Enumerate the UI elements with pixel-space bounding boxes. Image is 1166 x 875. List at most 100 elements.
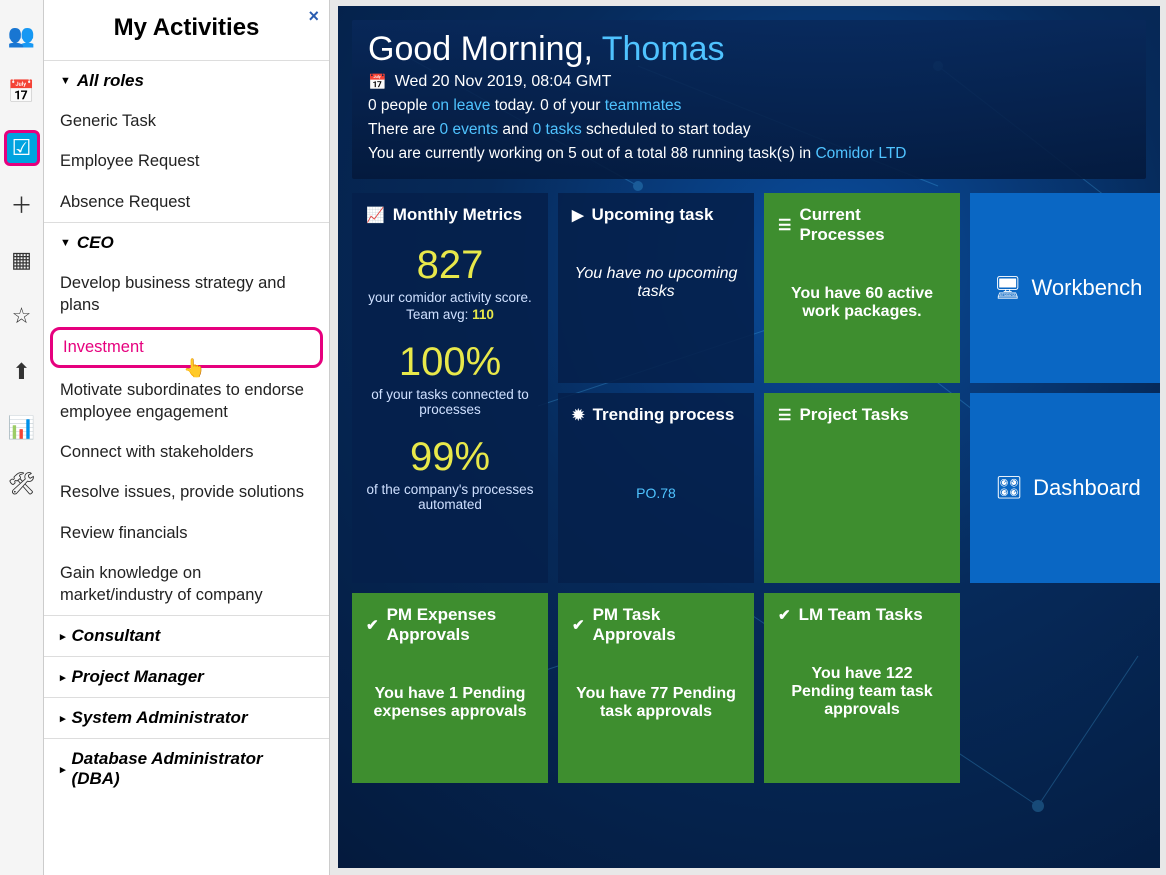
monitor-icon: 🖥	[994, 275, 1022, 301]
activity-develop-strategy[interactable]: Develop business strategy and plans	[44, 263, 329, 326]
tile-title: Current Processes	[799, 205, 946, 245]
dashboard-main: Good Morning, Thomas 📅 Wed 20 Nov 2019, 0…	[338, 6, 1160, 868]
activity-generic-task[interactable]: Generic Task	[44, 101, 329, 141]
section-label: Project Manager	[72, 667, 204, 687]
star-icon[interactable]: ☆	[4, 298, 40, 334]
metric-score-avg: Team avg: 110	[366, 307, 534, 322]
tasks-link[interactable]: 0 tasks	[533, 121, 582, 138]
grid-icon[interactable]: ▦	[4, 242, 40, 278]
section-label: All roles	[77, 71, 144, 91]
metric-tasks-sub: of your tasks connected to processes	[366, 387, 534, 417]
chevron-right-icon: ▸	[60, 630, 66, 643]
section-all-roles[interactable]: ▼ All roles	[44, 60, 329, 101]
tile-title: PM Task Approvals	[593, 605, 740, 645]
section-label: CEO	[77, 233, 114, 253]
tile-current-processes[interactable]: ☰ Current Processes You have 60 active wo…	[764, 193, 960, 383]
tile-body: You have 122 Pending team task approvals	[778, 665, 946, 719]
greeting-name: Thomas	[602, 30, 725, 68]
greeting-card: Good Morning, Thomas 📅 Wed 20 Nov 2019, 0…	[352, 20, 1146, 179]
on-leave-link[interactable]: on leave	[432, 97, 491, 114]
chevron-right-icon: ▸	[60, 763, 66, 776]
tile-upcoming-task[interactable]: ▶ Upcoming task You have no upcoming task…	[558, 193, 754, 383]
section-label: System Administrator	[72, 708, 248, 728]
tile-lm-team-tasks[interactable]: ✔ LM Team Tasks You have 122 Pending team…	[764, 593, 960, 783]
trending-link[interactable]: PO.78	[572, 485, 740, 501]
greeting-line-working: You are currently working on 5 out of a …	[368, 145, 1130, 163]
tile-pm-task-approvals[interactable]: ✔ PM Task Approvals You have 77 Pending t…	[558, 593, 754, 783]
greeting-date: 📅 Wed 20 Nov 2019, 08:04 GMT	[368, 73, 1130, 91]
tiles-grid: 📈Monthly Metrics 827 your comidor activi…	[352, 193, 1146, 783]
plus-icon[interactable]: ＋	[4, 186, 40, 222]
chart-icon[interactable]: 📊	[4, 410, 40, 446]
section-label: Database Administrator (DBA)	[72, 749, 313, 789]
chevron-down-icon: ▼	[60, 237, 71, 249]
calendar-icon[interactable]: 📅	[4, 74, 40, 110]
gauge-icon: 📈	[366, 206, 385, 224]
section-dba[interactable]: ▸ Database Administrator (DBA)	[44, 738, 329, 799]
tile-body: You have no upcoming tasks	[572, 265, 740, 301]
panel-title-text: My Activities	[114, 14, 260, 41]
activity-investment[interactable]: Investment	[50, 327, 323, 367]
calendar-icon: 📅	[368, 73, 387, 91]
check-icon: ✔	[572, 616, 585, 634]
tile-monthly-metrics[interactable]: 📈Monthly Metrics 827 your comidor activi…	[352, 193, 548, 583]
company-link[interactable]: Comidor LTD	[815, 145, 906, 162]
greeting-line-people: 0 people on leave today. 0 of your teamm…	[368, 97, 1130, 115]
events-link[interactable]: 0 events	[440, 121, 499, 138]
iconbar: 👥 📅 ☑ ＋ ▦ ☆ ⬆ 📊 🛠	[0, 0, 44, 875]
greeting-prefix: Good Morning,	[368, 30, 602, 68]
list-icon: ☰	[778, 216, 791, 234]
list-icon: ☰	[778, 406, 791, 424]
activity-resolve-issues[interactable]: Resolve issues, provide solutions	[44, 472, 329, 512]
section-ceo[interactable]: ▼ CEO	[44, 222, 329, 263]
metric-tasks-pct: 100%	[366, 340, 534, 385]
close-icon[interactable]: ×	[308, 6, 319, 27]
chevron-down-icon: ▼	[60, 75, 71, 87]
section-consultant[interactable]: ▸ Consultant	[44, 615, 329, 656]
tile-title: Upcoming task	[592, 205, 714, 225]
tile-title: Project Tasks	[799, 405, 908, 425]
tile-workbench[interactable]: 🖥 Workbench	[970, 193, 1160, 383]
check-icon[interactable]: ☑	[4, 130, 40, 166]
tile-label: Dashboard	[1033, 475, 1141, 501]
section-label: Consultant	[72, 626, 161, 646]
check-icon: ✔	[366, 616, 379, 634]
greeting-heading: Good Morning, Thomas	[368, 30, 1130, 69]
activities-panel: My Activities × ▼All roles Generic Task …	[44, 0, 330, 875]
tile-title: PM Expenses Approvals	[387, 605, 534, 645]
play-icon: ▶	[572, 206, 584, 224]
people-icon[interactable]: 👥	[4, 18, 40, 54]
activity-gain-knowledge[interactable]: Gain knowledge on market/industry of com…	[44, 553, 329, 616]
check-icon: ✔	[778, 606, 791, 624]
activity-employee-request[interactable]: Employee Request	[44, 141, 329, 181]
chevron-right-icon: ▸	[60, 712, 66, 725]
chevron-right-icon: ▸	[60, 671, 66, 684]
metric-score: 827	[366, 243, 534, 288]
tile-body: You have 1 Pending expenses approvals	[366, 685, 534, 721]
tile-project-tasks[interactable]: ☰ Project Tasks	[764, 393, 960, 583]
tile-trending-process[interactable]: ✹ Trending process PO.78	[558, 393, 754, 583]
tile-dashboard[interactable]: 🎛 Dashboard	[970, 393, 1160, 583]
upload-icon[interactable]: ⬆	[4, 354, 40, 390]
activity-stakeholders[interactable]: Connect with stakeholders	[44, 432, 329, 472]
activity-absence-request[interactable]: Absence Request	[44, 182, 329, 222]
spark-icon: ✹	[572, 406, 585, 424]
dashboard-icon: 🎛	[995, 475, 1023, 501]
activity-review-financials[interactable]: Review financials	[44, 513, 329, 553]
tile-pm-expenses[interactable]: ✔ PM Expenses Approvals You have 1 Pendin…	[352, 593, 548, 783]
teammates-link[interactable]: teammates	[605, 97, 682, 114]
tile-label: Workbench	[1032, 275, 1143, 301]
tools-icon[interactable]: 🛠	[4, 466, 40, 502]
tile-title: Trending process	[593, 405, 735, 425]
metric-score-sub: your comidor activity score.	[366, 290, 534, 305]
tile-title: LM Team Tasks	[799, 605, 923, 625]
panel-title: My Activities ×	[44, 0, 329, 60]
date-text: Wed 20 Nov 2019, 08:04 GMT	[395, 73, 612, 91]
tile-body: You have 60 active work packages.	[778, 285, 946, 321]
activity-motivate[interactable]: Motivate subordinates to endorse employe…	[44, 370, 329, 433]
metric-auto-pct: 99%	[366, 435, 534, 480]
section-system-admin[interactable]: ▸ System Administrator	[44, 697, 329, 738]
greeting-line-events: There are 0 events and 0 tasks scheduled…	[368, 121, 1130, 139]
tile-body: You have 77 Pending task approvals	[572, 685, 740, 721]
section-project-manager[interactable]: ▸ Project Manager	[44, 656, 329, 697]
